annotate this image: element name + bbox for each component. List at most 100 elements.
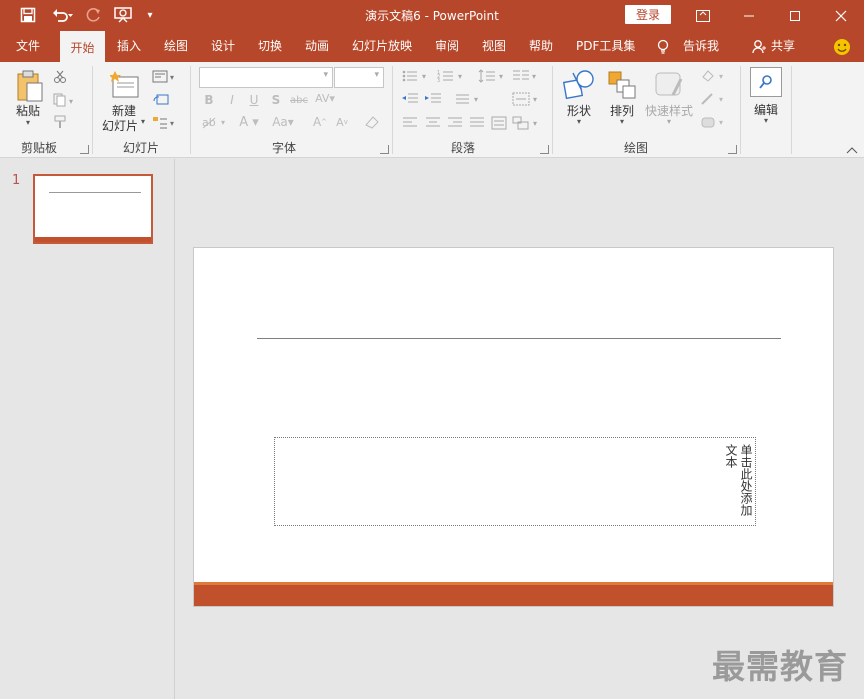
bullets-icon[interactable]: ▾ <box>401 68 431 84</box>
shape-fill-icon[interactable]: ▾ <box>700 68 728 84</box>
new-slide-button[interactable]: 幻灯片 <box>102 117 138 134</box>
redo-icon[interactable] <box>84 4 104 26</box>
ribbon-home: 粘贴 ▾ ▾ 剪贴板 新建 幻灯片 ▾ ▾ ▾ 幻灯片 B I U S abc … <box>0 62 864 158</box>
shapes-dropdown-icon[interactable]: ▾ <box>577 117 581 126</box>
font-name-combo[interactable] <box>199 67 333 88</box>
login-button[interactable]: 登录 <box>625 5 671 24</box>
align-left-icon[interactable] <box>401 115 419 131</box>
watermark-logo: 最需教育 <box>712 647 848 686</box>
columns-icon[interactable]: ▾ <box>512 68 540 84</box>
tab-review[interactable]: 审阅 <box>435 31 459 62</box>
font-color-icon[interactable]: A ▾ <box>236 114 262 130</box>
slide-canvas[interactable]: 单击此处添加文本 <box>193 247 834 607</box>
thumbnail-title-line <box>49 192 141 193</box>
smartart-icon[interactable]: ▾ <box>512 115 542 131</box>
arrange-dropdown-icon[interactable]: ▾ <box>620 117 624 126</box>
ribbon-display-options-icon[interactable] <box>680 0 726 31</box>
line-spacing-icon[interactable]: ▾ <box>478 68 508 84</box>
paragraph-group-label: 段落 <box>450 141 475 155</box>
svg-text:3: 3 <box>437 78 440 83</box>
svg-text:▾: ▾ <box>533 95 537 104</box>
paste-dropdown-icon[interactable]: ▾ <box>26 118 30 127</box>
underline-icon[interactable]: U <box>247 92 261 108</box>
font-size-combo[interactable] <box>334 67 384 88</box>
eraser-icon[interactable] <box>363 114 381 130</box>
increase-indent-icon[interactable] <box>424 91 442 107</box>
paragraph-launcher-icon[interactable] <box>540 145 549 154</box>
quick-styles-dropdown-icon[interactable]: ▾ <box>667 117 671 126</box>
placeholder-text[interactable]: 单击此处添加文本 <box>723 444 753 525</box>
minimize-icon[interactable] <box>726 0 772 31</box>
character-spacing-icon[interactable]: AV▾ <box>311 90 339 106</box>
numbering-icon[interactable]: 1 2 3 ▾ <box>437 68 467 84</box>
decrease-font-icon[interactable]: Av <box>333 114 351 130</box>
tab-draw[interactable]: 绘图 <box>164 31 188 62</box>
tab-transitions[interactable]: 切换 <box>258 31 282 62</box>
title-bar: ▾ 演示文稿6 - PowerPoint 登录 <box>0 0 864 31</box>
slide-thumbnail[interactable] <box>33 174 153 244</box>
shape-outline-icon[interactable]: ▾ <box>700 91 728 107</box>
present-from-beginning-icon[interactable] <box>112 4 134 26</box>
text-direction-icon[interactable]: ▾ <box>455 91 485 107</box>
drawing-group-label: 绘图 <box>623 141 648 155</box>
shape-effects-icon[interactable]: ▾ <box>700 114 728 130</box>
change-case-icon[interactable]: Aa▾ <box>268 114 298 130</box>
paste-icon[interactable] <box>13 68 47 104</box>
quick-styles-icon[interactable] <box>652 68 686 102</box>
bold-icon[interactable]: B <box>202 92 216 108</box>
clear-formatting-icon[interactable]: ab▾ <box>200 114 230 130</box>
align-text-icon[interactable]: ▾ <box>512 91 542 107</box>
paste-button[interactable]: 粘贴 <box>16 102 40 119</box>
reset-slide-icon[interactable] <box>152 92 170 108</box>
align-right-icon[interactable] <box>446 115 464 131</box>
font-launcher-icon[interactable] <box>380 145 389 154</box>
tell-me-search[interactable]: 告诉我 <box>683 31 719 62</box>
lightbulb-icon[interactable] <box>657 31 669 62</box>
undo-icon[interactable] <box>48 4 78 26</box>
save-icon[interactable] <box>17 4 39 26</box>
tab-slideshow[interactable]: 幻灯片放映 <box>352 31 412 62</box>
search-icon[interactable] <box>750 67 782 97</box>
distributed-icon[interactable] <box>490 115 508 131</box>
shadow-icon[interactable]: S <box>269 92 283 108</box>
svg-text:▾: ▾ <box>533 119 537 128</box>
tab-animations[interactable]: 动画 <box>305 31 329 62</box>
close-icon[interactable] <box>818 0 864 31</box>
share-person-icon[interactable] <box>752 31 766 62</box>
ribbon-tabs: 文件 开始 插入 绘图 设计 切换 动画 幻灯片放映 审阅 视图 帮助 PDF工… <box>0 31 864 62</box>
customize-quick-access-icon[interactable]: ▾ <box>142 4 158 26</box>
italic-icon[interactable]: I <box>225 92 239 108</box>
svg-text:▾: ▾ <box>170 119 174 128</box>
tab-pdf-tools[interactable]: PDF工具集 <box>576 31 635 62</box>
tab-insert[interactable]: 插入 <box>117 31 141 62</box>
tab-help[interactable]: 帮助 <box>529 31 553 62</box>
layout-icon[interactable]: ▾ <box>152 69 178 85</box>
slide-bottom-bar <box>194 582 833 606</box>
decrease-indent-icon[interactable] <box>401 91 419 107</box>
tab-design[interactable]: 设计 <box>211 31 235 62</box>
clipboard-launcher-icon[interactable] <box>80 145 89 154</box>
collapse-ribbon-icon[interactable] <box>845 144 859 156</box>
copy-icon[interactable]: ▾ <box>52 92 78 108</box>
strikethrough-icon[interactable]: abc <box>288 92 310 108</box>
drawing-launcher-icon[interactable] <box>728 145 737 154</box>
text-placeholder[interactable]: 单击此处添加文本 <box>274 437 756 526</box>
format-painter-icon[interactable] <box>52 114 68 130</box>
shapes-icon[interactable] <box>563 68 595 102</box>
arrange-icon[interactable] <box>606 68 638 102</box>
feedback-smiley-icon[interactable] <box>833 31 851 62</box>
maximize-icon[interactable] <box>772 0 818 31</box>
share-button[interactable]: 共享 <box>771 31 795 62</box>
tab-view[interactable]: 视图 <box>482 31 506 62</box>
justify-icon[interactable] <box>468 115 486 131</box>
increase-font-icon[interactable]: A ^ <box>311 114 329 130</box>
tab-file[interactable]: 文件 <box>16 31 40 62</box>
cut-icon[interactable] <box>52 69 68 85</box>
group-divider <box>791 66 792 154</box>
tab-home[interactable]: 开始 <box>60 31 105 62</box>
editing-dropdown-icon[interactable]: ▾ <box>764 116 768 125</box>
new-slide-icon[interactable] <box>109 68 141 102</box>
new-slide-dropdown-icon[interactable]: ▾ <box>141 117 145 126</box>
section-icon[interactable]: ▾ <box>152 115 178 131</box>
align-center-icon[interactable] <box>424 115 442 131</box>
